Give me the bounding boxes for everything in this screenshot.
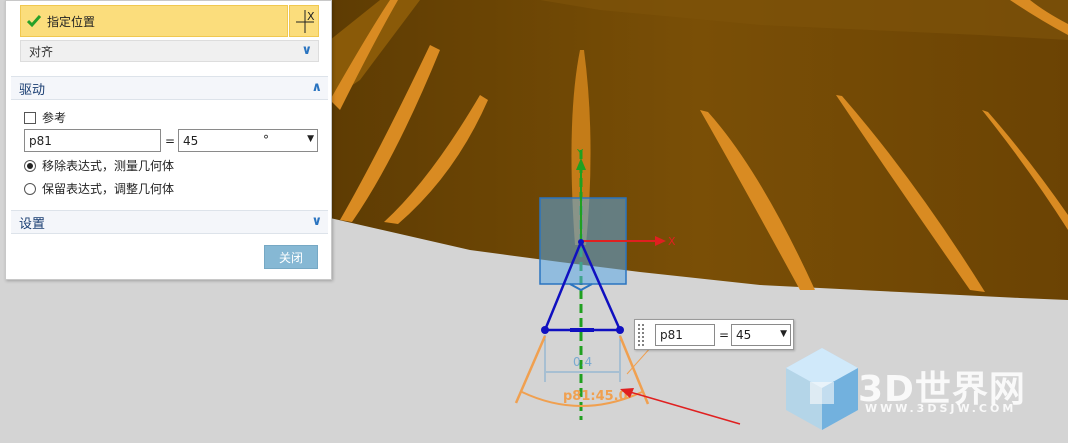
reference-option[interactable]: 参考: [24, 109, 66, 126]
popup-equals-sign: =: [719, 328, 730, 342]
radio-remove-label: 移除表达式，测量几何体: [42, 159, 175, 173]
sketch-vertex[interactable]: [616, 326, 624, 334]
chevron-down-icon: ∨: [301, 43, 312, 58]
popup-name-field[interactable]: p81: [655, 324, 715, 346]
settings-section-header[interactable]: 设置 ∨: [11, 210, 328, 234]
radio-button[interactable]: [24, 159, 36, 172]
radio-keep-label: 保留表达式，调整几何体: [42, 182, 175, 196]
specify-location-row[interactable]: 指定位置: [20, 5, 288, 37]
onscreen-expression-popup: p81 = 45 ▼: [634, 319, 794, 350]
radio-option-keep[interactable]: 保留表达式，调整几何体: [24, 180, 174, 197]
popup-value-text: 45: [736, 328, 752, 342]
point-dialog-button[interactable]: X: [289, 5, 319, 37]
chevron-down-icon: ∨: [311, 214, 322, 229]
equals-sign: =: [165, 134, 176, 148]
specify-location-label: 指定位置: [47, 14, 96, 29]
expression-name-field[interactable]: p81: [24, 129, 161, 152]
radio-button[interactable]: [24, 182, 36, 195]
value-input[interactable]: 45 ° ▼: [178, 129, 318, 152]
dim-angular-value[interactable]: p81:45.0: [563, 389, 628, 404]
dim-linear-value[interactable]: 0.4: [573, 355, 592, 369]
dropdown-arrow-icon[interactable]: ▼: [307, 134, 314, 144]
sketch-vertex[interactable]: [541, 326, 549, 334]
drag-handle-icon[interactable]: [637, 323, 645, 347]
radio-option-remove[interactable]: 移除表达式，测量几何体: [24, 157, 174, 174]
sketch-vertex[interactable]: [578, 239, 584, 245]
alignment-dropdown[interactable]: 对齐 ∨: [20, 40, 319, 62]
crosshair-icon: X: [296, 10, 315, 33]
check-icon: [27, 15, 41, 28]
dimension-dialog: 指定位置 X 对齐 ∨ 驱动 ∧ 参考 p81 = 45 ° ▼ 移除表达式，测…: [5, 0, 332, 280]
drive-section-header[interactable]: 驱动 ∧: [11, 76, 328, 100]
reference-label: 参考: [42, 111, 67, 125]
popup-name-value: p81: [660, 328, 683, 342]
expression-name-value: p81: [29, 133, 52, 148]
unit-label: °: [263, 133, 269, 147]
alignment-label: 对齐: [29, 44, 54, 59]
reference-checkbox[interactable]: [24, 111, 36, 124]
watermark-url: WWW.3DSJW.COM: [865, 402, 1017, 415]
drive-section-title: 驱动: [19, 82, 46, 98]
dropdown-arrow-icon[interactable]: ▼: [780, 329, 787, 339]
settings-section-title: 设置: [19, 216, 46, 232]
y-axis-label: Y: [576, 148, 584, 159]
chevron-up-icon: ∧: [311, 80, 322, 95]
x-axis-label: X: [668, 235, 676, 248]
close-button[interactable]: 关闭: [264, 245, 318, 269]
svg-text:X: X: [307, 10, 315, 23]
popup-value-input[interactable]: 45 ▼: [731, 324, 791, 346]
value-text: 45: [183, 133, 199, 148]
